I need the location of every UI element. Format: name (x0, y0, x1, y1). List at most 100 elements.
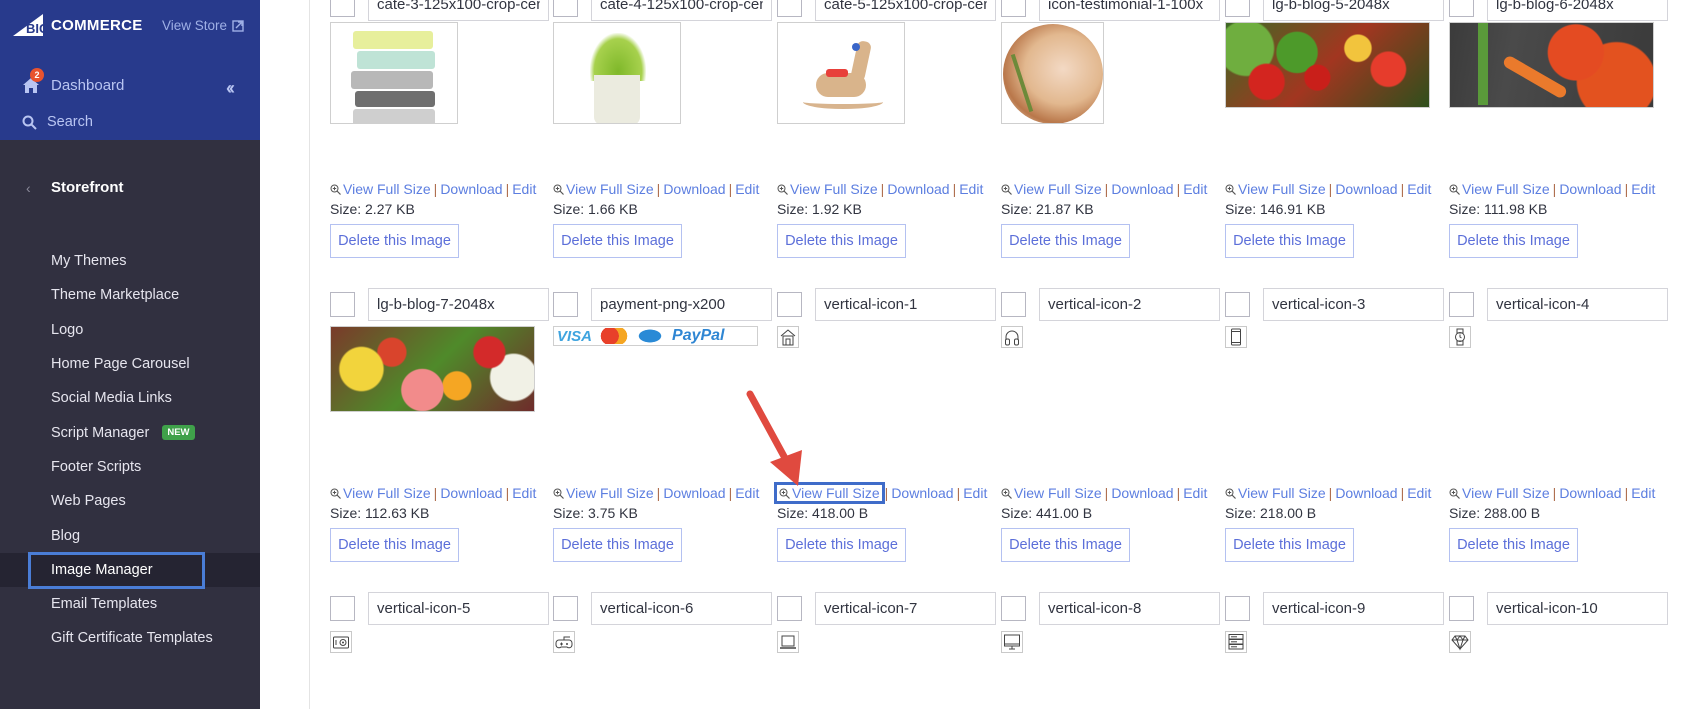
view-full-size-link[interactable]: View Full Size (790, 181, 878, 197)
select-image-checkbox[interactable] (1449, 596, 1474, 621)
select-image-checkbox[interactable] (1001, 596, 1026, 621)
view-full-size-link[interactable]: View Full Size (1462, 485, 1550, 501)
select-image-checkbox[interactable] (1001, 0, 1026, 17)
home-icon[interactable] (777, 326, 799, 348)
nav-dashboard[interactable]: 2 Dashboard (22, 68, 124, 94)
view-full-size-link[interactable]: View Full Size (792, 485, 880, 501)
delete-image-button[interactable]: Delete this Image (1449, 224, 1578, 258)
sidebar-item-email-templates[interactable]: Email Templates (0, 587, 260, 621)
towels-thumbnail[interactable] (330, 22, 458, 124)
edit-link[interactable]: Edit (735, 181, 759, 197)
select-image-checkbox[interactable] (553, 0, 578, 17)
sidebar-item-script-manager[interactable]: Script Manager NEW (0, 415, 260, 449)
diamond-icon[interactable] (1449, 631, 1471, 653)
image-name-input[interactable] (368, 0, 549, 21)
back-chevron-icon[interactable]: ‹ (26, 180, 31, 196)
edit-link[interactable]: Edit (1631, 485, 1655, 501)
woman-portrait-thumbnail[interactable] (1001, 22, 1104, 124)
edit-link[interactable]: Edit (735, 485, 759, 501)
delete-image-button[interactable]: Delete this Image (1001, 224, 1130, 258)
image-name-input[interactable] (1487, 288, 1668, 321)
download-link[interactable]: Download (1111, 485, 1173, 501)
select-image-checkbox[interactable] (777, 0, 802, 17)
select-image-checkbox[interactable] (1225, 0, 1250, 17)
select-image-checkbox[interactable] (1449, 0, 1474, 17)
image-name-input[interactable] (815, 288, 996, 321)
select-image-checkbox[interactable] (330, 0, 355, 17)
edit-link[interactable]: Edit (1407, 485, 1431, 501)
delete-image-button[interactable]: Delete this Image (553, 528, 682, 562)
edit-link[interactable]: Edit (1631, 181, 1655, 197)
select-image-checkbox[interactable] (553, 596, 578, 621)
sidebar-item-my-themes[interactable]: My Themes (0, 244, 260, 278)
edit-link[interactable]: Edit (1183, 181, 1207, 197)
highlighted-view-link[interactable]: View Full Size (774, 482, 885, 504)
view-store-link[interactable]: View Store (162, 18, 244, 33)
image-name-input[interactable] (1039, 288, 1220, 321)
view-full-size-link[interactable]: View Full Size (1462, 181, 1550, 197)
payment-logos-thumbnail[interactable]: VISA PayPal (553, 326, 758, 346)
image-name-input[interactable] (591, 288, 772, 321)
image-name-input[interactable] (1487, 592, 1668, 625)
download-link[interactable]: Download (887, 181, 949, 197)
view-full-size-link[interactable]: View Full Size (1014, 181, 1102, 197)
carrots-tomatoes-thumbnail[interactable] (1449, 22, 1654, 108)
select-image-checkbox[interactable] (553, 292, 578, 317)
sidebar-item-footer-scripts[interactable]: Footer Scripts (0, 450, 260, 484)
sidebar-item-web-pages[interactable]: Web Pages (0, 484, 260, 518)
download-link[interactable]: Download (440, 485, 502, 501)
image-name-input[interactable] (1039, 592, 1220, 625)
select-image-checkbox[interactable] (777, 292, 802, 317)
view-full-size-link[interactable]: View Full Size (1238, 181, 1326, 197)
delete-image-button[interactable]: Delete this Image (330, 528, 459, 562)
view-full-size-link[interactable]: View Full Size (1238, 485, 1326, 501)
phone-icon[interactable] (1225, 326, 1247, 348)
sidebar-item-social-media-links[interactable]: Social Media Links (0, 381, 260, 415)
delete-image-button[interactable]: Delete this Image (1001, 528, 1130, 562)
image-name-input[interactable] (815, 592, 996, 625)
edit-link[interactable]: Edit (1407, 181, 1431, 197)
sidebar-item-logo[interactable]: Logo (0, 313, 260, 347)
sidebar-item-image-manager[interactable]: Image Manager (0, 551, 260, 589)
view-full-size-link[interactable]: View Full Size (343, 181, 431, 197)
select-image-checkbox[interactable] (1225, 292, 1250, 317)
rocking-horse-thumbnail[interactable] (777, 22, 905, 124)
select-image-checkbox[interactable] (777, 596, 802, 621)
download-link[interactable]: Download (1111, 181, 1173, 197)
download-link[interactable]: Download (1559, 485, 1621, 501)
camera-icon[interactable] (330, 631, 352, 653)
delete-image-button[interactable]: Delete this Image (777, 528, 906, 562)
edit-link[interactable]: Edit (963, 485, 987, 501)
image-name-input[interactable] (1487, 0, 1668, 21)
delete-image-button[interactable]: Delete this Image (553, 224, 682, 258)
vegetables-thumbnail[interactable] (1225, 22, 1430, 108)
server-icon[interactable] (1225, 631, 1247, 653)
view-full-size-link[interactable]: View Full Size (343, 485, 431, 501)
edit-link[interactable]: Edit (1183, 485, 1207, 501)
sidebar-item-theme-marketplace[interactable]: Theme Marketplace (0, 278, 260, 312)
select-image-checkbox[interactable] (1449, 292, 1474, 317)
select-image-checkbox[interactable] (330, 292, 355, 317)
download-link[interactable]: Download (891, 485, 953, 501)
delete-image-button[interactable]: Delete this Image (1225, 528, 1354, 562)
view-full-size-link[interactable]: View Full Size (566, 181, 654, 197)
sidebar-item-gift-certificate-templates[interactable]: Gift Certificate Templates (0, 621, 260, 655)
nav-search[interactable]: Search (22, 114, 93, 130)
download-link[interactable]: Download (663, 181, 725, 197)
view-full-size-link[interactable]: View Full Size (566, 485, 654, 501)
download-link[interactable]: Download (663, 485, 725, 501)
image-name-input[interactable] (1263, 0, 1444, 21)
select-image-checkbox[interactable] (330, 596, 355, 621)
image-name-input[interactable] (368, 288, 549, 321)
download-link[interactable]: Download (440, 181, 502, 197)
download-link[interactable]: Download (1335, 485, 1397, 501)
laptop-icon[interactable] (777, 631, 799, 653)
delete-image-button[interactable]: Delete this Image (1225, 224, 1354, 258)
view-full-size-link[interactable]: View Full Size (1014, 485, 1102, 501)
fruits-thumbnail[interactable] (330, 326, 535, 412)
delete-image-button[interactable]: Delete this Image (1449, 528, 1578, 562)
image-name-input[interactable] (1263, 592, 1444, 625)
image-name-input[interactable] (1263, 288, 1444, 321)
select-image-checkbox[interactable] (1225, 596, 1250, 621)
headphones-icon[interactable] (1001, 326, 1023, 348)
